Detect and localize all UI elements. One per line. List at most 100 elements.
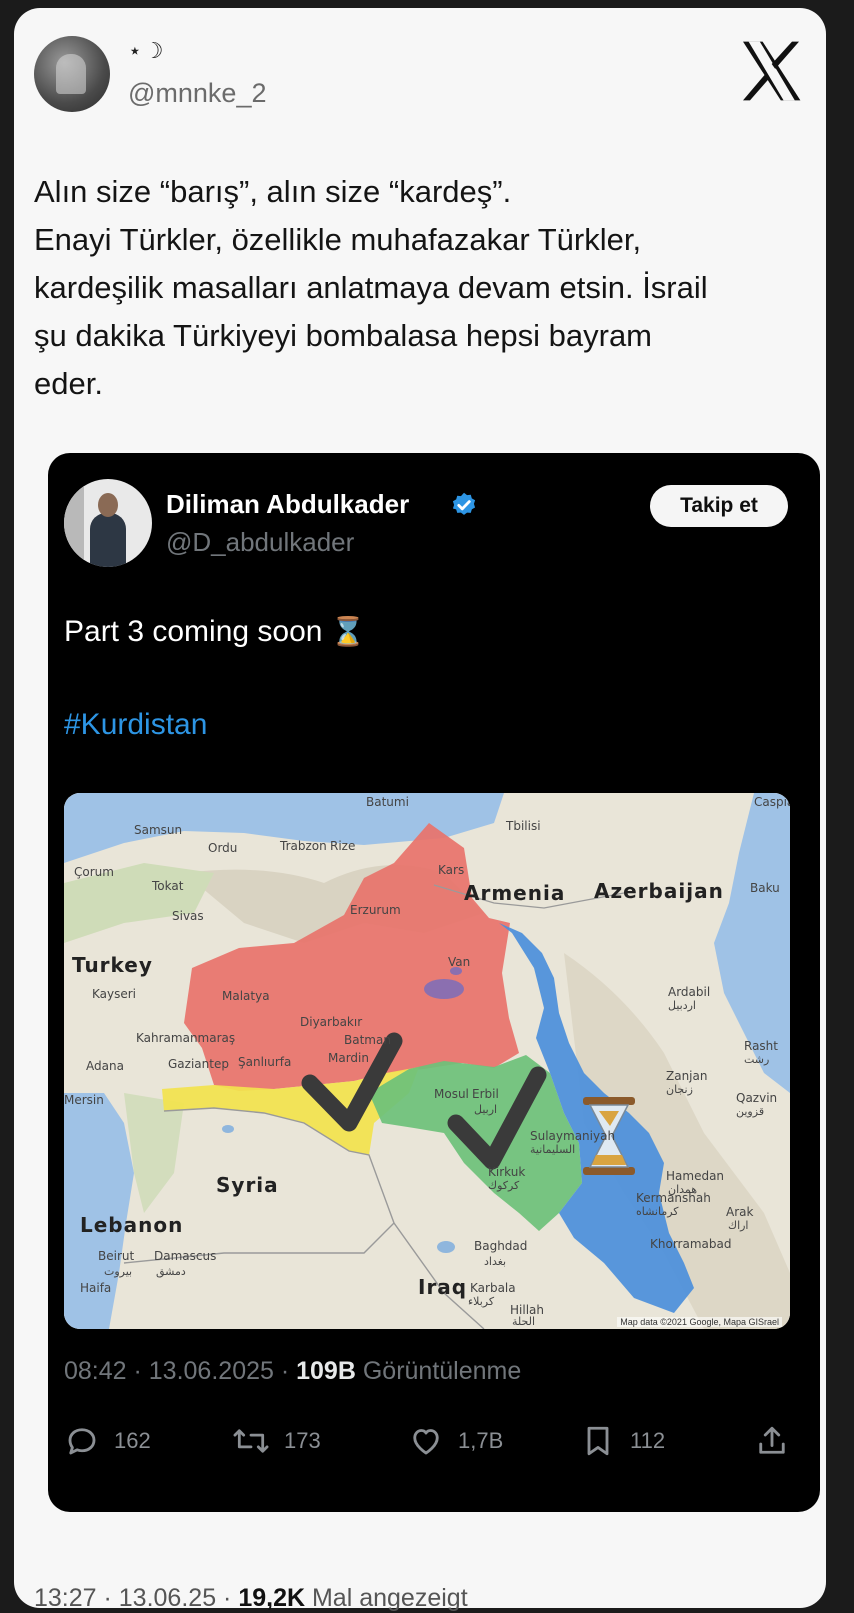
map-city: Erzurum (350, 903, 401, 917)
map-arabic-label: رشت (744, 1053, 770, 1066)
tweet-card: ⋆☽ @mnnke_2 Alın size “barış”, alın size… (14, 8, 826, 1612)
map-city: Zanjan (666, 1069, 708, 1083)
map-label-iraq: Iraq (418, 1275, 468, 1299)
map-city: Qazvin (736, 1091, 778, 1105)
hourglass-emoji-icon: ⌛ (330, 616, 366, 647)
bookmark-icon (587, 1426, 609, 1456)
reply-icon (68, 1428, 96, 1455)
map-city: Kars (438, 863, 465, 877)
map-city: Tbilisi (506, 819, 541, 833)
quoted-author-avatar[interactable] (64, 479, 152, 567)
quoted-text-body: Part 3 coming soon (64, 615, 323, 648)
map-arabic-label: زنجان (666, 1083, 693, 1096)
map-label-armenia: Armenia (464, 881, 566, 905)
map-label-syria: Syria (216, 1173, 279, 1197)
map-city: Hamedan (666, 1169, 725, 1183)
tweet-line: Enayi Türkler, özellikle muhafazakar Tür… (34, 222, 642, 257)
map-arabic-label: بغداد (484, 1255, 507, 1268)
author-handle[interactable]: @mnnke_2 (128, 78, 266, 109)
map-arabic-label: السليمانية (530, 1143, 576, 1156)
tweet-line: Alın size “barış”, alın size “kardeş”. (34, 174, 512, 209)
map-city: Şanlıurfa (238, 1055, 292, 1069)
quoted-views-label: Görüntülenme (362, 1357, 522, 1385)
map-city: Beirut (98, 1249, 135, 1263)
quoted-text: Part 3 coming soon ⌛ (64, 615, 366, 649)
map-city: Trabzon (280, 839, 327, 853)
map-city: Caspia (754, 795, 790, 809)
quoted-meta: 08:42 · 13.06.2025 · 109B Görüntülenme (64, 1357, 521, 1386)
map-arabic-label: اردبيل (668, 999, 696, 1012)
map-city: Haifa (80, 1281, 112, 1295)
map-arabic-label: كرمانشاه (636, 1205, 679, 1218)
map-arabic-label: اراك (728, 1219, 749, 1232)
bookmark-count: 112 (630, 1428, 666, 1453)
action-bar: 162 173 1,7B 112 (64, 1421, 804, 1461)
bookmark-button[interactable]: 112 (580, 1421, 665, 1461)
map-arabic-label: قزوين (736, 1105, 765, 1118)
map-city: Khorramabad (650, 1237, 732, 1251)
map-city: Baku (750, 881, 780, 895)
map-credit: Map data ©2021 Google, Mapa GISrael (617, 1317, 782, 1327)
map-arabic-label: الحلة (512, 1315, 536, 1328)
map-image[interactable]: Turkey Syria Lebanon Iraq Armenia Azerba… (64, 793, 790, 1329)
map-label-lebanon: Lebanon (80, 1213, 184, 1237)
tweet-line: eder. (34, 366, 103, 401)
map-city: Karbala (470, 1281, 516, 1295)
footer-timestamp[interactable]: 13:27 · 13.06.25 · (34, 1584, 238, 1612)
map-city: Kirkuk (488, 1165, 526, 1179)
hashtag-link[interactable]: #Kurdistan (64, 708, 207, 742)
map-city: Diyarbakır (300, 1015, 363, 1029)
quoted-tweet[interactable]: Diliman Abdulkader @D_abdulkader Takip e… (48, 453, 820, 1512)
map-city: Sivas (172, 909, 204, 923)
share-icon (759, 1426, 785, 1454)
footer-views-count: 19,2K (238, 1584, 306, 1612)
author-avatar[interactable] (34, 36, 110, 112)
author-display-name[interactable]: ⋆☽ (128, 38, 166, 64)
heart-icon (413, 1429, 439, 1455)
quoted-timestamp[interactable]: 08:42 · 13.06.2025 · (64, 1357, 296, 1385)
map-label-turkey: Turkey (72, 953, 153, 977)
map-city: Ordu (208, 841, 238, 855)
quoted-author-handle[interactable]: @D_abdulkader (166, 527, 354, 558)
like-button[interactable]: 1,7B (408, 1421, 503, 1461)
map-city: Rize (330, 839, 356, 853)
reply-button[interactable]: 162 (64, 1421, 151, 1461)
share-button[interactable] (754, 1421, 804, 1461)
map-city: Tokat (152, 879, 184, 893)
map-city: Batman (344, 1033, 391, 1047)
quoted-views-count: 109B (296, 1357, 356, 1385)
map-city: Sulaymaniyah (530, 1129, 616, 1143)
footer-meta: 13:27 · 13.06.25 · 19,2K Mal angezeigt (34, 1584, 468, 1613)
x-logo-icon (743, 41, 801, 101)
verified-badge-icon (452, 492, 476, 515)
like-count: 1,7B (458, 1428, 504, 1453)
tweet-text: Alın size “barış”, alın size “kardeş”. E… (34, 168, 794, 408)
map-city: Van (448, 955, 471, 969)
quoted-author-name[interactable]: Diliman Abdulkader (166, 489, 409, 520)
map-city: Malatya (222, 989, 270, 1003)
map-city: Gaziantep (168, 1057, 229, 1071)
repost-button[interactable]: 173 (232, 1421, 321, 1461)
map-arabic-label: كركوك (488, 1179, 520, 1192)
map-arabic-label: دمشق (156, 1265, 186, 1278)
reply-count: 162 (114, 1428, 151, 1453)
tweet-line: kardeşilik masalları anlatmaya devam ets… (34, 270, 708, 305)
map-city: Mosul (434, 1087, 469, 1101)
map-city: Damascus (154, 1249, 217, 1263)
follow-button[interactable]: Takip et (650, 485, 788, 527)
map-arabic-label: همدان (668, 1183, 698, 1196)
map-city: Mardin (328, 1051, 369, 1065)
map-city: Çorum (74, 865, 114, 879)
map-city: Batumi (366, 795, 409, 809)
map-arabic-label: كربلاء (468, 1295, 495, 1308)
map-city: Ardabil (668, 985, 711, 999)
map-city: Baghdad (474, 1239, 528, 1253)
map-city: Erbil (472, 1087, 499, 1101)
map-arabic-label: اربيل (474, 1103, 498, 1116)
footer-views-label: Mal angezeigt (311, 1584, 468, 1612)
repost-icon (233, 1429, 269, 1453)
map-city: Samsun (134, 823, 183, 837)
map-city: Adana (86, 1059, 124, 1073)
map-city: Rasht (744, 1039, 778, 1053)
tweet-line: şu dakika Türkiyeyi bombalasa hepsi bayr… (34, 318, 653, 353)
